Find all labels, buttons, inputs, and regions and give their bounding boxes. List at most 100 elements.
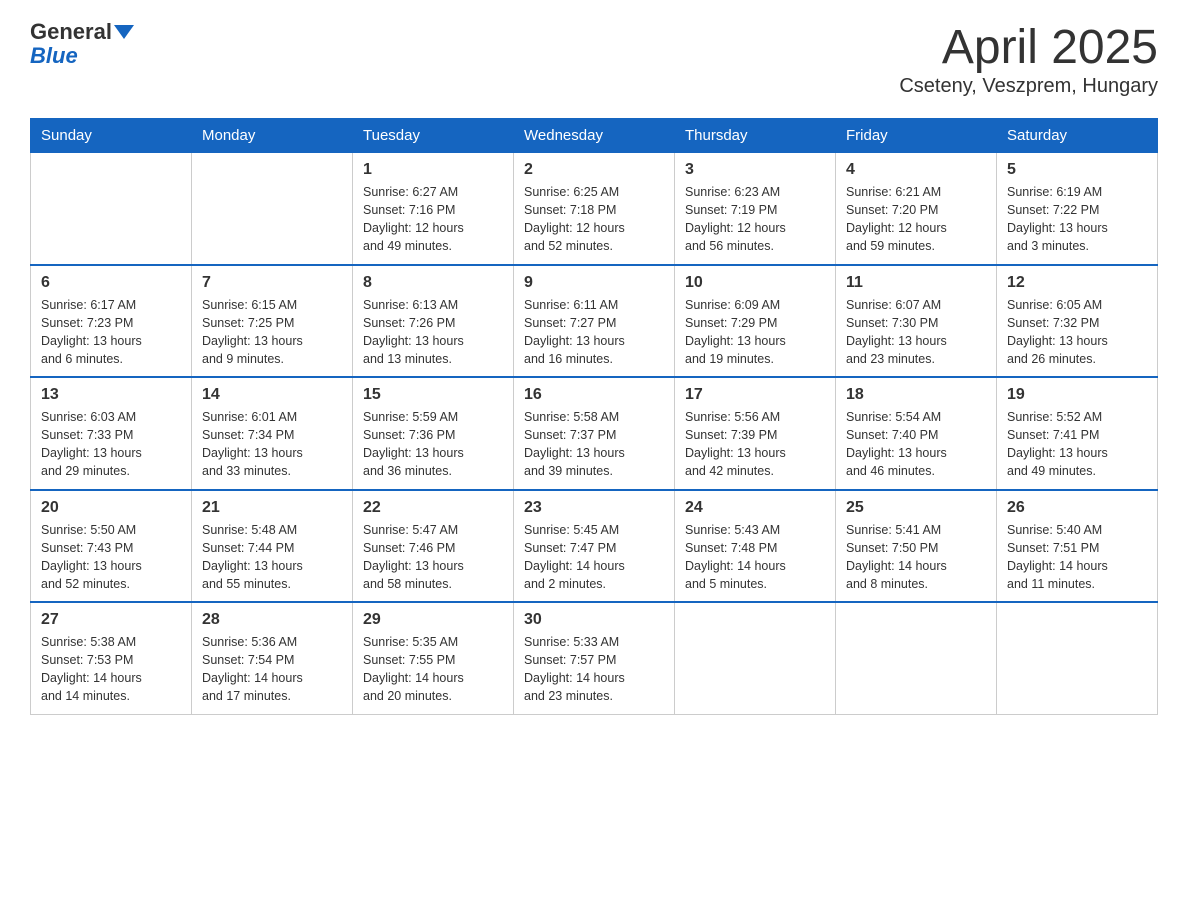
calendar-day-cell — [192, 153, 353, 265]
calendar-day-cell: 24 Sunrise: 5:43 AMSunset: 7:48 PMDayligh… — [675, 490, 836, 603]
day-number: 30 — [524, 611, 664, 629]
calendar-day-cell: 13 Sunrise: 6:03 AMSunset: 7:33 PMDayligh… — [31, 377, 192, 490]
day-info: Sunrise: 5:59 AMSunset: 7:36 PMDaylight:… — [363, 408, 503, 481]
day-number: 29 — [363, 611, 503, 629]
calendar-header-tuesday: Tuesday — [353, 119, 514, 153]
day-info: Sunrise: 6:25 AMSunset: 7:18 PMDaylight:… — [524, 183, 664, 256]
calendar-day-cell: 6 Sunrise: 6:17 AMSunset: 7:23 PMDaylight… — [31, 265, 192, 378]
day-info: Sunrise: 6:09 AMSunset: 7:29 PMDaylight:… — [685, 296, 825, 369]
calendar-day-cell — [31, 153, 192, 265]
day-number: 8 — [363, 274, 503, 292]
calendar-day-cell: 21 Sunrise: 5:48 AMSunset: 7:44 PMDayligh… — [192, 490, 353, 603]
calendar-day-cell: 20 Sunrise: 5:50 AMSunset: 7:43 PMDayligh… — [31, 490, 192, 603]
day-number: 2 — [524, 161, 664, 179]
day-info: Sunrise: 6:19 AMSunset: 7:22 PMDaylight:… — [1007, 183, 1147, 256]
day-info: Sunrise: 6:17 AMSunset: 7:23 PMDaylight:… — [41, 296, 181, 369]
calendar-day-cell — [997, 602, 1158, 714]
day-number: 15 — [363, 386, 503, 404]
calendar-day-cell: 29 Sunrise: 5:35 AMSunset: 7:55 PMDayligh… — [353, 602, 514, 714]
day-info: Sunrise: 5:54 AMSunset: 7:40 PMDaylight:… — [846, 408, 986, 481]
day-info: Sunrise: 5:36 AMSunset: 7:54 PMDaylight:… — [202, 633, 342, 706]
logo: General Blue — [30, 20, 134, 68]
day-number: 18 — [846, 386, 986, 404]
day-number: 5 — [1007, 161, 1147, 179]
calendar-table: SundayMondayTuesdayWednesdayThursdayFrid… — [30, 118, 1158, 715]
calendar-week-row: 6 Sunrise: 6:17 AMSunset: 7:23 PMDaylight… — [31, 265, 1158, 378]
day-number: 21 — [202, 499, 342, 517]
calendar-week-row: 20 Sunrise: 5:50 AMSunset: 7:43 PMDayligh… — [31, 490, 1158, 603]
day-number: 1 — [363, 161, 503, 179]
day-number: 16 — [524, 386, 664, 404]
calendar-header-sunday: Sunday — [31, 119, 192, 153]
calendar-day-cell: 1 Sunrise: 6:27 AMSunset: 7:16 PMDaylight… — [353, 153, 514, 265]
day-info: Sunrise: 5:40 AMSunset: 7:51 PMDaylight:… — [1007, 521, 1147, 594]
day-info: Sunrise: 5:52 AMSunset: 7:41 PMDaylight:… — [1007, 408, 1147, 481]
calendar-day-cell: 28 Sunrise: 5:36 AMSunset: 7:54 PMDayligh… — [192, 602, 353, 714]
day-number: 19 — [1007, 386, 1147, 404]
calendar-day-cell: 22Sunrise: 5:47 AMSunset: 7:46 PMDayligh… — [353, 490, 514, 603]
day-info: Sunrise: 5:47 AMSunset: 7:46 PMDaylight:… — [363, 521, 503, 594]
day-info: Sunrise: 6:13 AMSunset: 7:26 PMDaylight:… — [363, 296, 503, 369]
day-info: Sunrise: 5:43 AMSunset: 7:48 PMDaylight:… — [685, 521, 825, 594]
calendar-day-cell — [836, 602, 997, 714]
day-number: 14 — [202, 386, 342, 404]
day-info: Sunrise: 6:23 AMSunset: 7:19 PMDaylight:… — [685, 183, 825, 256]
calendar-day-cell: 23Sunrise: 5:45 AMSunset: 7:47 PMDayligh… — [514, 490, 675, 603]
day-number: 27 — [41, 611, 181, 629]
calendar-day-cell: 18 Sunrise: 5:54 AMSunset: 7:40 PMDayligh… — [836, 377, 997, 490]
calendar-day-cell: 11 Sunrise: 6:07 AMSunset: 7:30 PMDayligh… — [836, 265, 997, 378]
calendar-day-cell: 2 Sunrise: 6:25 AMSunset: 7:18 PMDaylight… — [514, 153, 675, 265]
day-number: 13 — [41, 386, 181, 404]
day-info: Sunrise: 6:27 AMSunset: 7:16 PMDaylight:… — [363, 183, 503, 256]
day-info: Sunrise: 6:07 AMSunset: 7:30 PMDaylight:… — [846, 296, 986, 369]
day-number: 6 — [41, 274, 181, 292]
day-number: 3 — [685, 161, 825, 179]
day-number: 25 — [846, 499, 986, 517]
day-number: 12 — [1007, 274, 1147, 292]
day-info: Sunrise: 6:03 AMSunset: 7:33 PMDaylight:… — [41, 408, 181, 481]
calendar-day-cell: 30 Sunrise: 5:33 AMSunset: 7:57 PMDayligh… — [514, 602, 675, 714]
day-info: Sunrise: 6:01 AMSunset: 7:34 PMDaylight:… — [202, 408, 342, 481]
day-number: 11 — [846, 274, 986, 292]
calendar-day-cell: 25 Sunrise: 5:41 AMSunset: 7:50 PMDayligh… — [836, 490, 997, 603]
title-area: April 2025 Cseteny, Veszprem, Hungary — [899, 20, 1158, 98]
calendar-header-thursday: Thursday — [675, 119, 836, 153]
calendar-day-cell: 8 Sunrise: 6:13 AMSunset: 7:26 PMDaylight… — [353, 265, 514, 378]
calendar-header-monday: Monday — [192, 119, 353, 153]
calendar-day-cell: 3 Sunrise: 6:23 AMSunset: 7:19 PMDaylight… — [675, 153, 836, 265]
calendar-day-cell: 4Sunrise: 6:21 AMSunset: 7:20 PMDaylight… — [836, 153, 997, 265]
calendar-week-row: 27Sunrise: 5:38 AMSunset: 7:53 PMDayligh… — [31, 602, 1158, 714]
day-info: Sunrise: 6:05 AMSunset: 7:32 PMDaylight:… — [1007, 296, 1147, 369]
calendar-day-cell: 7Sunrise: 6:15 AMSunset: 7:25 PMDaylight… — [192, 265, 353, 378]
calendar-day-cell: 9 Sunrise: 6:11 AMSunset: 7:27 PMDaylight… — [514, 265, 675, 378]
calendar-day-cell: 19 Sunrise: 5:52 AMSunset: 7:41 PMDayligh… — [997, 377, 1158, 490]
day-info: Sunrise: 5:35 AMSunset: 7:55 PMDaylight:… — [363, 633, 503, 706]
day-info: Sunrise: 5:56 AMSunset: 7:39 PMDaylight:… — [685, 408, 825, 481]
page-header: General Blue April 2025 Cseteny, Veszpre… — [30, 20, 1158, 98]
calendar-day-cell: 27Sunrise: 5:38 AMSunset: 7:53 PMDayligh… — [31, 602, 192, 714]
day-info: Sunrise: 5:41 AMSunset: 7:50 PMDaylight:… — [846, 521, 986, 594]
day-number: 17 — [685, 386, 825, 404]
day-info: Sunrise: 5:33 AMSunset: 7:57 PMDaylight:… — [524, 633, 664, 706]
calendar-day-cell: 5 Sunrise: 6:19 AMSunset: 7:22 PMDaylight… — [997, 153, 1158, 265]
calendar-subtitle: Cseteny, Veszprem, Hungary — [899, 75, 1158, 98]
day-info: Sunrise: 5:50 AMSunset: 7:43 PMDaylight:… — [41, 521, 181, 594]
calendar-title: April 2025 — [899, 20, 1158, 75]
logo-text-blue: Blue — [30, 43, 78, 68]
day-number: 28 — [202, 611, 342, 629]
calendar-header-row: SundayMondayTuesdayWednesdayThursdayFrid… — [31, 119, 1158, 153]
day-info: Sunrise: 6:11 AMSunset: 7:27 PMDaylight:… — [524, 296, 664, 369]
calendar-day-cell — [675, 602, 836, 714]
logo-triangle-icon — [114, 25, 134, 39]
day-number: 23 — [524, 499, 664, 517]
calendar-day-cell: 26 Sunrise: 5:40 AMSunset: 7:51 PMDayligh… — [997, 490, 1158, 603]
day-number: 26 — [1007, 499, 1147, 517]
day-number: 9 — [524, 274, 664, 292]
day-info: Sunrise: 5:48 AMSunset: 7:44 PMDaylight:… — [202, 521, 342, 594]
calendar-day-cell: 15 Sunrise: 5:59 AMSunset: 7:36 PMDayligh… — [353, 377, 514, 490]
calendar-week-row: 1 Sunrise: 6:27 AMSunset: 7:16 PMDaylight… — [31, 153, 1158, 265]
logo-text-general: General — [30, 20, 112, 44]
day-number: 20 — [41, 499, 181, 517]
day-info: Sunrise: 6:21 AMSunset: 7:20 PMDaylight:… — [846, 183, 986, 256]
day-number: 24 — [685, 499, 825, 517]
